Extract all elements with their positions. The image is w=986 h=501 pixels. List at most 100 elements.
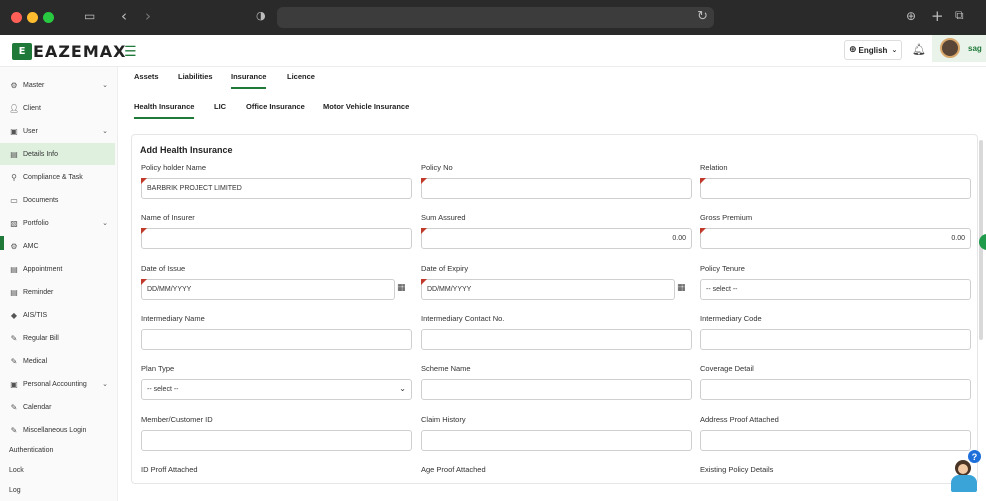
claim-history-input[interactable] (421, 430, 692, 451)
reload-icon[interactable]: ↻ (697, 9, 708, 24)
intermediary-name-input[interactable] (141, 329, 412, 350)
subtab-office-insurance[interactable]: Office Insurance (246, 102, 305, 117)
sidebar-item-portfolio[interactable]: ▧ Portfolio ⌄ (0, 212, 115, 234)
sidebar-item-master[interactable]: ⚙ Master ⌄ (0, 74, 115, 96)
sidebar-item-lock[interactable]: Lock (0, 459, 115, 481)
gross-premium-input[interactable]: 0.00 (700, 228, 971, 249)
intermediary-contact-input[interactable] (421, 329, 692, 350)
policy-no-input[interactable] (421, 178, 692, 199)
sum-assured-value: 0.00 (672, 235, 686, 242)
name-of-insurer-input[interactable] (141, 228, 412, 249)
sidebar-item-label: Medical (23, 357, 48, 365)
date-of-expiry-input[interactable]: DD/MM/YYYY (421, 279, 675, 300)
close-window-button[interactable] (11, 12, 22, 23)
sidebar-item-calendar[interactable]: ✎ Calendar (0, 396, 115, 418)
policy-holder-name-input[interactable]: BARBRIK PROJECT LIMITED (141, 178, 412, 199)
sidebar-toggle-icon[interactable]: ▭ (84, 9, 95, 23)
menu-icon[interactable]: ☰ (124, 44, 137, 60)
tab-licence[interactable]: Licence (287, 72, 315, 87)
language-select[interactable]: ⊕ English ⌄ (844, 40, 902, 60)
back-icon[interactable]: ‹ (121, 7, 127, 25)
sidebar-item-documents[interactable]: ▭ Documents (0, 189, 115, 211)
sidebar-item-label: Authentication (9, 446, 54, 454)
subtab-motor-vehicle-insurance[interactable]: Motor Vehicle Insurance (323, 102, 409, 117)
sidebar-item-miscellaneous-login[interactable]: ✎ Miscellaneous Login (0, 419, 115, 441)
form-title: Add Health Insurance (140, 145, 233, 155)
avatar (940, 38, 960, 58)
sidebar-item-authentication[interactable]: Authentication (0, 439, 115, 461)
app-logo: E EAZEMAX (12, 42, 126, 61)
calendar-icon[interactable]: ▦ (677, 283, 686, 293)
intermediary-code-label: Intermediary Code (700, 314, 762, 323)
person-icon: 👤︎ (9, 103, 20, 113)
logo-mark: E (12, 43, 32, 60)
user-menu[interactable]: sag (932, 35, 986, 62)
scheme-name-input[interactable] (421, 379, 692, 400)
chevron-down-icon: ⌄ (102, 380, 108, 388)
help-assistant[interactable]: ? (945, 450, 983, 494)
reminder-icon: ▤ (10, 287, 18, 297)
sidebar-item-appointment[interactable]: ▤ Appointment (0, 258, 115, 280)
existing-policy-label: Existing Policy Details (700, 465, 774, 474)
intermediary-code-input[interactable] (700, 329, 971, 350)
sidebar-item-ais-tis[interactable]: ◆ AIS/TIS (0, 304, 115, 326)
plan-type-select[interactable]: -- select -- ⌄ (141, 379, 412, 400)
sidebar-item-client[interactable]: 👤︎ Client (0, 97, 115, 119)
sidebar-item-log[interactable]: Log (0, 479, 115, 501)
chevron-down-icon: ⌄ (102, 81, 108, 89)
tab-insurance[interactable]: Insurance (231, 72, 267, 89)
sidebar-item-compliance-task[interactable]: ⚲ Compliance & Task (0, 166, 115, 188)
subtab-lic[interactable]: LIC (214, 102, 226, 117)
app-header: E EAZEMAX ☰ ⊕ English ⌄ 🔔︎ (0, 35, 986, 67)
download-icon[interactable]: ⊕ (906, 9, 916, 23)
sidebar-edge-tab[interactable] (0, 236, 4, 250)
new-tab-icon[interactable]: + (931, 7, 944, 25)
sidebar-item-amc[interactable]: ⚙ AMC (0, 235, 115, 257)
policy-tenure-select[interactable]: -- select -- (700, 279, 971, 300)
claim-history-label: Claim History (421, 415, 466, 424)
sidebar-item-label: Appointment (23, 265, 63, 273)
minimize-window-button[interactable] (27, 12, 38, 23)
date-of-expiry-label: Date of Expiry (421, 264, 469, 273)
bell-icon[interactable]: 🔔︎ (912, 43, 926, 56)
shield-icon[interactable]: ◑ (256, 9, 266, 22)
address-proof-input[interactable] (700, 430, 971, 451)
tabs-overview-icon[interactable]: ⧉ (955, 8, 964, 23)
coverage-detail-input[interactable] (700, 379, 971, 400)
sidebar-item-label: Miscellaneous Login (23, 426, 87, 434)
sidebar-item-user[interactable]: ▣ User ⌄ (0, 120, 115, 142)
sidebar-item-label: Lock (9, 466, 24, 474)
relation-input[interactable] (700, 178, 971, 199)
language-label: English (858, 45, 888, 55)
date-of-issue-input[interactable]: DD/MM/YYYY (141, 279, 395, 300)
briefcase-icon: ▣ (10, 126, 18, 136)
user-edit-icon: ✎ (10, 333, 18, 343)
tab-liabilities[interactable]: Liabilities (178, 72, 213, 87)
subtab-health-insurance[interactable]: Health Insurance (134, 102, 195, 119)
forward-icon[interactable]: › (145, 7, 151, 25)
scheme-name-label: Scheme Name (421, 364, 471, 373)
person-gear-icon: ⚙ (10, 80, 18, 90)
sidebar-item-medical[interactable]: ✎ Medical (0, 350, 115, 372)
sidebar-item-personal-accounting[interactable]: ▣ Personal Accounting ⌄ (0, 373, 115, 395)
sidebar-item-details-info[interactable]: ▤ Details Info (0, 143, 115, 165)
username: sag (968, 44, 982, 53)
url-bar[interactable]: ↻ (277, 7, 714, 28)
tab-assets[interactable]: Assets (134, 72, 159, 87)
sidebar-item-label: Regular Bill (23, 334, 59, 342)
maximize-window-button[interactable] (43, 12, 54, 23)
calendar-icon[interactable]: ▦ (397, 283, 406, 293)
sidebar-item-reminder[interactable]: ▤ Reminder (0, 281, 115, 303)
member-customer-id-input[interactable] (141, 430, 412, 451)
tag-icon: ◆ (10, 310, 18, 320)
policy-holder-name-value: BARBRIK PROJECT LIMITED (147, 185, 242, 192)
policy-no-label: Policy No (421, 163, 453, 172)
sum-assured-input[interactable]: 0.00 (421, 228, 692, 249)
id-proof-label: ID Proff Attached (141, 465, 198, 474)
date-of-issue-label: Date of Issue (141, 264, 186, 273)
browser-toolbar: ▭ ‹ › ◑ ↻ ⊕ + ⧉ (0, 0, 986, 35)
sidebar-item-regular-bill[interactable]: ✎ Regular Bill (0, 327, 115, 349)
briefcase-icon: ▣ (10, 379, 18, 389)
date-of-expiry-placeholder: DD/MM/YYYY (427, 286, 472, 293)
date-of-issue-placeholder: DD/MM/YYYY (147, 286, 192, 293)
